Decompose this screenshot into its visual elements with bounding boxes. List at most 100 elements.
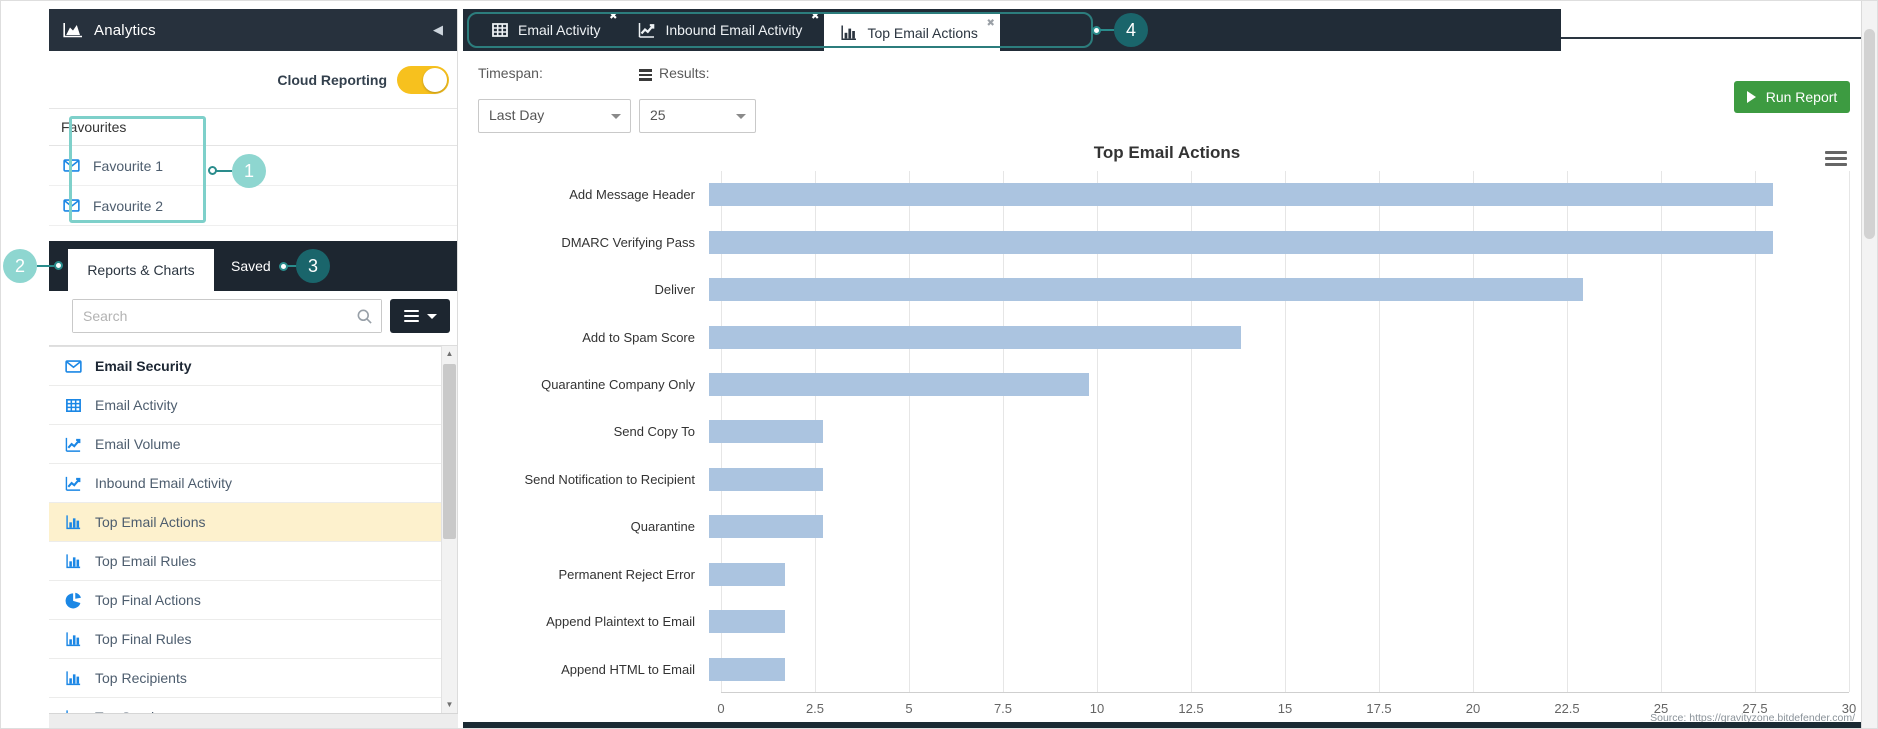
report-list-item[interactable]: Email Volume (49, 425, 442, 464)
report-list-item[interactable]: Email Security (49, 347, 442, 386)
category-label: Permanent Reject Error (558, 566, 695, 582)
workspace-tab[interactable]: Top Email Actions ✖ (824, 14, 1000, 51)
bar-track (709, 503, 1849, 550)
app-canvas: 2 Analytics ◀ Cloud Reporting Favourites… (0, 0, 1878, 729)
report-list-item[interactable]: Email Activity (49, 386, 442, 425)
report-label: Email Volume (95, 436, 181, 452)
category-label: Append HTML to Email (561, 661, 695, 677)
sidebar-collapse-icon[interactable]: ◀ (433, 22, 443, 38)
timespan-label: Timespan: (478, 65, 543, 81)
favourite-label: Favourite 1 (93, 157, 164, 174)
report-label: Email Activity (95, 397, 178, 413)
report-label: Top Email Rules (95, 553, 197, 569)
bar[interactable] (709, 562, 785, 586)
report-list-item[interactable]: Top Final Rules (49, 620, 442, 659)
report-list-item[interactable]: Top Email Rules (49, 542, 442, 581)
bar-track (709, 218, 1849, 265)
run-report-button[interactable]: Run Report (1734, 81, 1850, 113)
scroll-down-icon[interactable]: ▼ (442, 697, 457, 713)
search-input[interactable] (73, 300, 381, 332)
results-icon (639, 69, 652, 81)
x-axis-tick-label: 10 (1089, 701, 1105, 716)
report-label: Top Email Actions (95, 514, 206, 530)
bar[interactable] (709, 325, 1241, 349)
category-label: DMARC Verifying Pass (561, 234, 695, 250)
report-list-item[interactable]: Top Recipients (49, 659, 442, 698)
search-row (49, 291, 457, 346)
report-list-item[interactable]: Top Email Actions (49, 503, 442, 542)
close-tab-icon[interactable]: ✖ (609, 11, 617, 22)
bar[interactable] (709, 183, 1773, 207)
bar[interactable] (709, 610, 785, 634)
page-scrollbar-thumb[interactable] (1864, 29, 1875, 239)
x-axis-tick-label: 22.5 (1554, 701, 1580, 716)
x-axis-tick-label: 7.5 (993, 701, 1013, 716)
cloud-reporting-row: Cloud Reporting (49, 51, 457, 109)
table-icon (65, 397, 82, 414)
chart-bar-row: DMARC Verifying Pass (471, 218, 1849, 265)
bar[interactable] (709, 230, 1773, 254)
report-label: Top Final Rules (95, 631, 192, 647)
report-list-item[interactable]: Top Senders (49, 698, 442, 713)
bar-chart-icon (840, 24, 858, 42)
bar[interactable] (709, 515, 823, 539)
results-select[interactable]: 25 (639, 99, 756, 133)
tab-label: Email Activity (518, 22, 601, 38)
tab-saved[interactable]: Saved (231, 241, 271, 291)
tab-reports-and-charts[interactable]: Reports & Charts (68, 249, 214, 291)
workspace-tab[interactable]: Email Activity ✖ (475, 9, 622, 51)
envelope-icon (63, 157, 80, 174)
bar[interactable] (709, 373, 1089, 397)
chart-bar-row: Append HTML to Email (471, 646, 1849, 693)
callout-4: 4 (1114, 13, 1148, 47)
category-label: Add to Spam Score (582, 329, 695, 345)
chart-context-menu-icon[interactable] (1825, 151, 1847, 166)
scroll-up-icon[interactable]: ▲ (442, 346, 457, 362)
list-filter-button[interactable] (390, 299, 450, 333)
callout-1-line (216, 170, 232, 172)
bar-track (709, 313, 1849, 360)
category-label: Add Message Header (569, 187, 695, 203)
bar[interactable] (709, 657, 785, 681)
sidebar: Analytics ◀ Cloud Reporting Favourites F… (49, 9, 458, 713)
category-label: Quarantine Company Only (541, 377, 695, 393)
cloud-reporting-label: Cloud Reporting (277, 72, 387, 88)
category-label: Send Copy To (613, 424, 695, 440)
favourite-label: Favourite 2 (93, 197, 164, 214)
chevron-down-icon (611, 114, 621, 119)
bar[interactable] (709, 467, 823, 491)
report-list-item[interactable]: Top Final Actions (49, 581, 442, 620)
analytics-area-chart-icon (63, 22, 83, 38)
x-axis-tick-label: 20 (1465, 701, 1481, 716)
close-tab-icon[interactable]: ✖ (811, 11, 819, 22)
chevron-down-icon (426, 313, 437, 319)
close-tab-icon[interactable]: ✖ (987, 18, 995, 29)
timespan-select[interactable]: Last Day (478, 99, 631, 133)
chart-bar-row: Send Copy To (471, 408, 1849, 455)
sidebar-scrollbar[interactable]: ▲ ▼ (441, 346, 457, 713)
bottom-bar (463, 722, 1863, 728)
hamburger-icon (403, 310, 419, 322)
bar-track (709, 171, 1849, 218)
bar-track (709, 646, 1849, 693)
chart-bar-row: Deliver (471, 266, 1849, 313)
workspace-tab[interactable]: Inbound Email Activity ✖ (622, 9, 824, 51)
bar[interactable] (709, 420, 823, 444)
favourite-item[interactable]: Favourite 2 (49, 186, 457, 226)
scrollbar-thumb[interactable] (443, 364, 456, 539)
chart-bar-row: Add Message Header (471, 171, 1849, 218)
report-list-item[interactable]: Inbound Email Activity (49, 464, 442, 503)
sidebar-bottom-strip (49, 713, 458, 728)
category-label: Quarantine (630, 519, 695, 535)
workspace-tab-bar: Email Activity ✖ Inbound Email Activity … (463, 9, 1561, 51)
chart-bar-row: Send Notification to Recipient (471, 456, 1849, 503)
play-icon (1746, 91, 1756, 103)
gridline (1849, 171, 1850, 692)
bar[interactable] (709, 278, 1583, 302)
page-scrollbar[interactable] (1861, 1, 1877, 728)
chart-bar-row: Add to Spam Score (471, 313, 1849, 360)
x-axis-tick-label: 15 (1277, 701, 1293, 716)
cloud-reporting-toggle[interactable] (397, 66, 449, 94)
bar-chart-icon (65, 553, 82, 570)
line-chart-icon (65, 475, 82, 492)
